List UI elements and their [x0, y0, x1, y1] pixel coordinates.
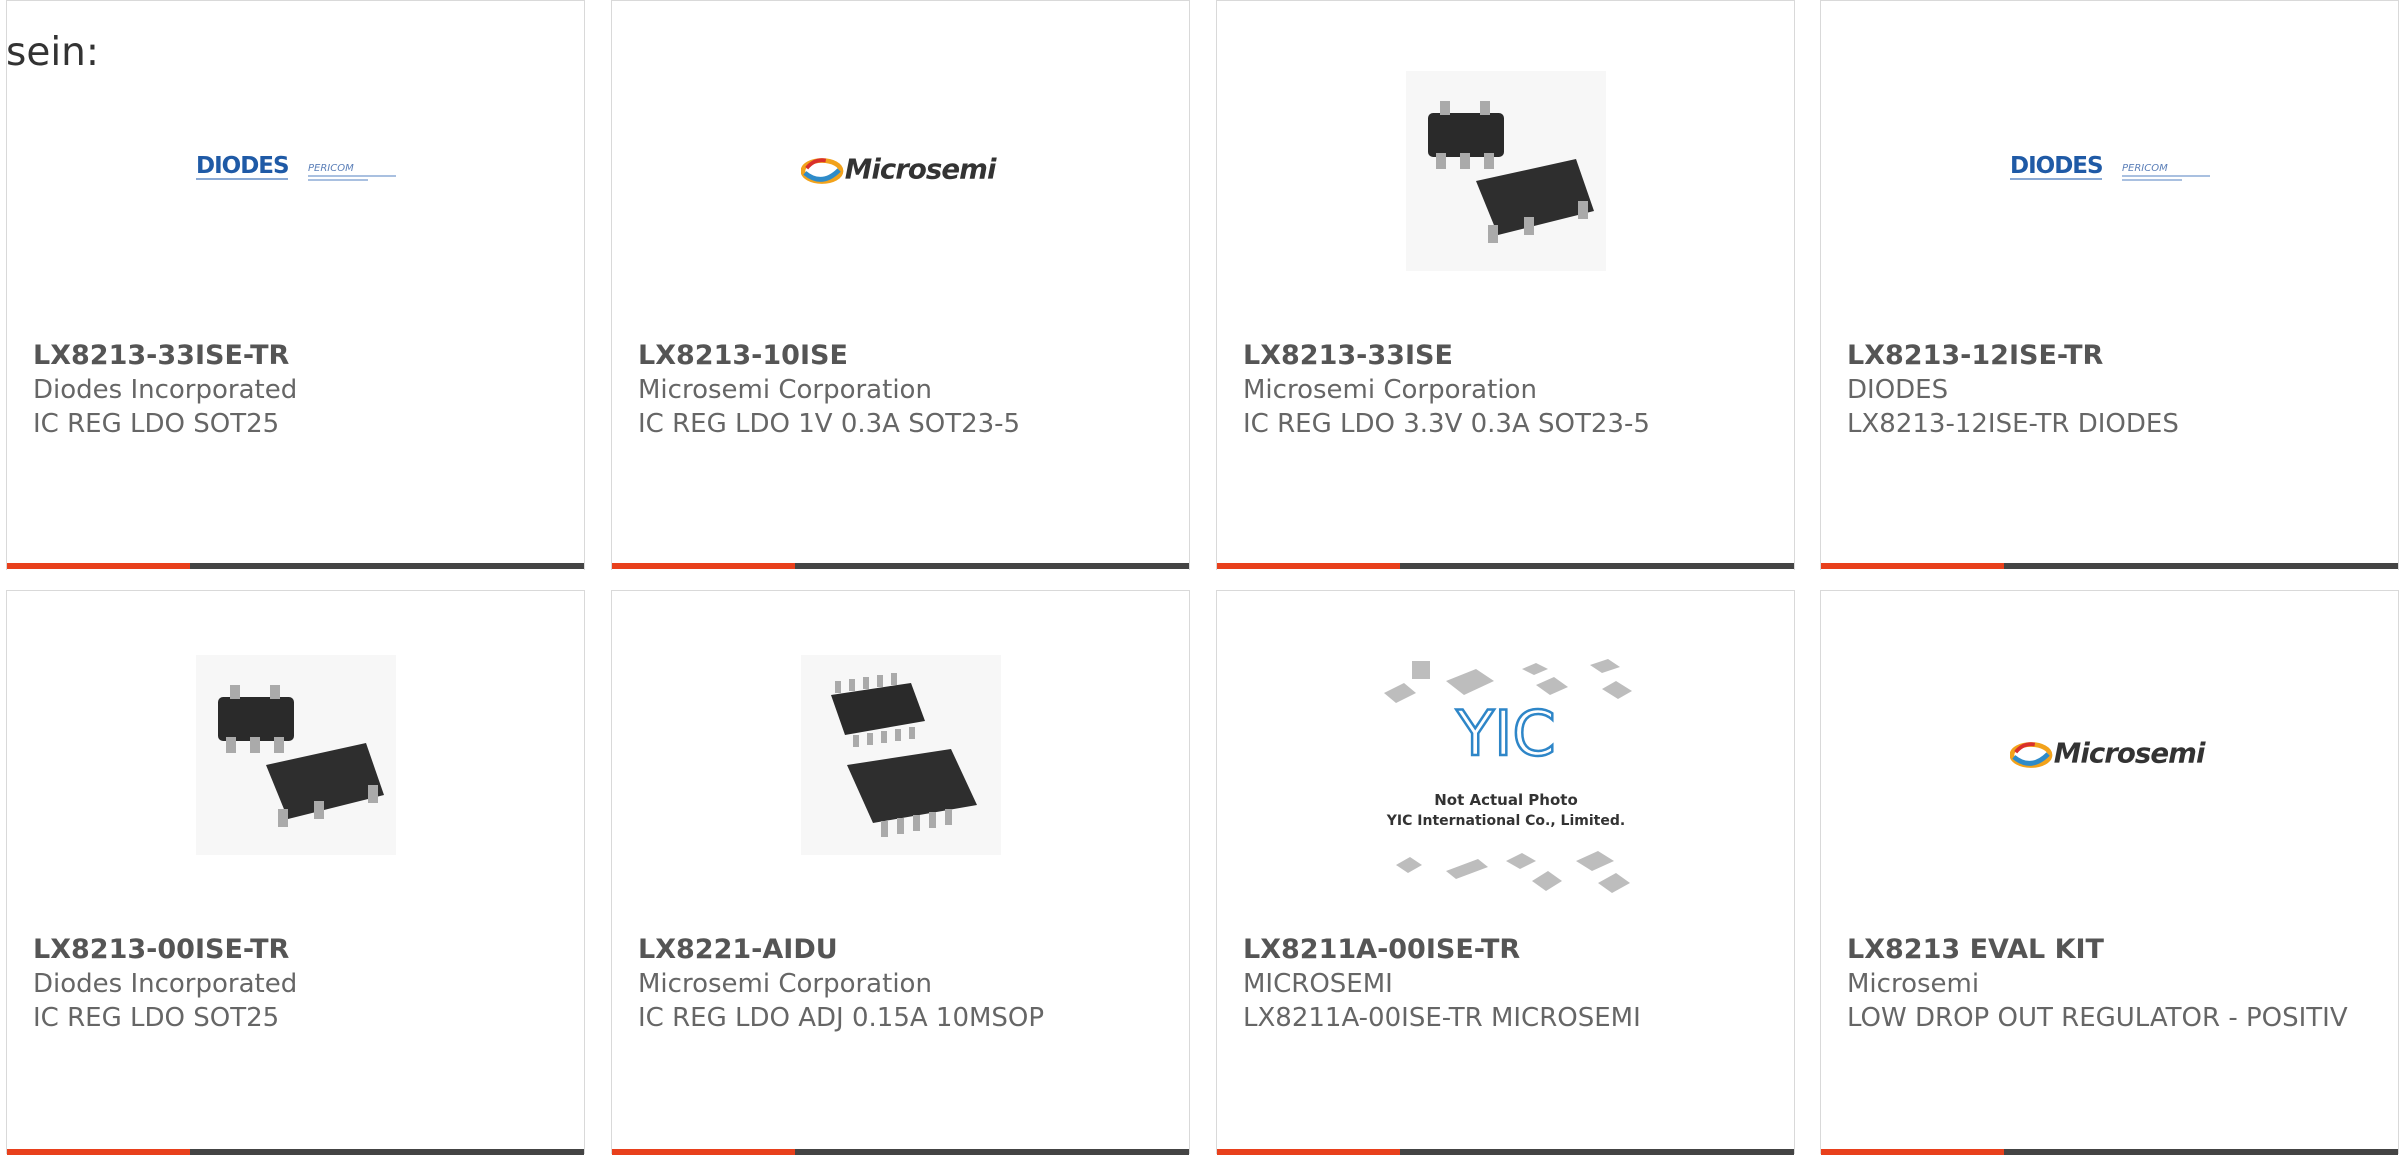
svg-text:Microsemi: Microsemi — [844, 153, 996, 186]
description: IC REG LDO 3.3V 0.3A SOT23-5 — [1243, 409, 1650, 439]
svg-text:DIODES: DIODES — [196, 153, 289, 179]
yic-placeholder-image[interactable]: YIC Not Actual Photo YIC International C… — [1376, 655, 1636, 905]
part-number[interactable]: LX8211A-00ISE-TR — [1243, 933, 1774, 967]
part-number[interactable]: LX8221-AIDU — [638, 933, 1169, 967]
description: IC REG LDO 1V 0.3A SOT23-5 — [638, 409, 1021, 439]
part-number[interactable]: LX8213 EVAL KIT — [1847, 933, 2378, 967]
product-card[interactable]: YIC Not Actual Photo YIC International C… — [1216, 590, 1795, 1155]
card-bottom-bar — [1217, 1149, 1794, 1155]
microsemi-logo[interactable]: Microsemi — [800, 71, 1001, 271]
svg-text:YIC International Co., Limited: YIC International Co., Limited. — [1385, 813, 1624, 829]
card-bottom-bar — [612, 563, 1189, 569]
card-bottom-bar — [1821, 1149, 2398, 1155]
product-card[interactable]: DIODES PERICOM LX8213-12ISE-TR DIODES LX… — [1820, 0, 2399, 570]
description: IC REG LDO ADJ 0.15A 10MSOP — [638, 1003, 1045, 1033]
card-accent-bar — [1217, 1149, 1400, 1155]
card-accent-bar — [1217, 563, 1400, 569]
svg-text:DIODES: DIODES — [2010, 153, 2103, 179]
description: LX8211A-00ISE-TR MICROSEMI — [1243, 1003, 1641, 1033]
manufacturer: Microsemi Corporation — [1243, 375, 1537, 405]
manufacturer: Diodes Incorporated — [33, 375, 298, 405]
manufacturer: Microsemi — [1847, 969, 1980, 999]
intro-text: sein: — [6, 30, 100, 75]
card-bottom-bar — [612, 1149, 1189, 1155]
part-number[interactable]: LX8213-33ISE — [1243, 339, 1774, 373]
description: IC REG LDO SOT25 — [33, 1003, 280, 1033]
product-card[interactable]: Microsemi LX8213-10ISE Microsemi Corpora… — [611, 0, 1190, 570]
card-accent-bar — [1821, 1149, 2004, 1155]
manufacturer: Diodes Incorporated — [33, 969, 298, 999]
card-accent-bar — [1821, 563, 2004, 569]
manufacturer: DIODES — [1847, 375, 1949, 405]
svg-text:Not Actual Photo: Not Actual Photo — [1434, 791, 1578, 809]
product-card[interactable]: LX8213-00ISE-TR Diodes Incorporated IC R… — [6, 590, 585, 1155]
svg-text:PERICOM: PERICOM — [2122, 163, 2168, 174]
diodes-pericom-logo[interactable]: DIODES PERICOM — [2009, 71, 2210, 271]
description: IC REG LDO SOT25 — [33, 409, 280, 439]
product-card[interactable]: Microsemi LX8213 EVAL KIT Microsemi LOW … — [1820, 590, 2399, 1155]
card-accent-bar — [7, 1149, 190, 1155]
part-number[interactable]: LX8213-33ISE-TR — [33, 339, 564, 373]
msop-10-package-image[interactable] — [800, 655, 1001, 855]
card-accent-bar — [612, 1149, 795, 1155]
svg-text:YIC: YIC — [1455, 697, 1555, 770]
diodes-pericom-logo[interactable]: DIODES PERICOM — [195, 71, 396, 271]
card-bottom-bar — [1821, 563, 2398, 569]
card-accent-bar — [612, 563, 795, 569]
svg-text:Microsemi: Microsemi — [2053, 737, 2205, 770]
card-bottom-bar — [1217, 563, 1794, 569]
sot23-5-package-image[interactable] — [195, 655, 396, 855]
product-card[interactable]: LX8213-33ISE Microsemi Corporation IC RE… — [1216, 0, 1795, 570]
svg-text:PERICOM: PERICOM — [308, 163, 354, 174]
part-number[interactable]: LX8213-10ISE — [638, 339, 1169, 373]
part-number[interactable]: LX8213-12ISE-TR — [1847, 339, 2378, 373]
card-accent-bar — [7, 563, 190, 569]
manufacturer: Microsemi Corporation — [638, 969, 932, 999]
manufacturer: MICROSEMI — [1243, 969, 1393, 999]
part-number[interactable]: LX8213-00ISE-TR — [33, 933, 564, 967]
product-card[interactable]: LX8221-AIDU Microsemi Corporation IC REG… — [611, 590, 1190, 1155]
microsemi-logo[interactable]: Microsemi — [2009, 655, 2210, 855]
description: LOW DROP OUT REGULATOR - POSITIV — [1847, 1003, 2348, 1033]
description: LX8213-12ISE-TR DIODES — [1847, 409, 2179, 439]
sot23-5-package-image[interactable] — [1405, 71, 1606, 271]
manufacturer: Microsemi Corporation — [638, 375, 932, 405]
card-bottom-bar — [7, 1149, 584, 1155]
card-bottom-bar — [7, 563, 584, 569]
product-card[interactable]: DIODES PERICOM LX8213-33ISE-TR Diodes In… — [6, 0, 585, 570]
